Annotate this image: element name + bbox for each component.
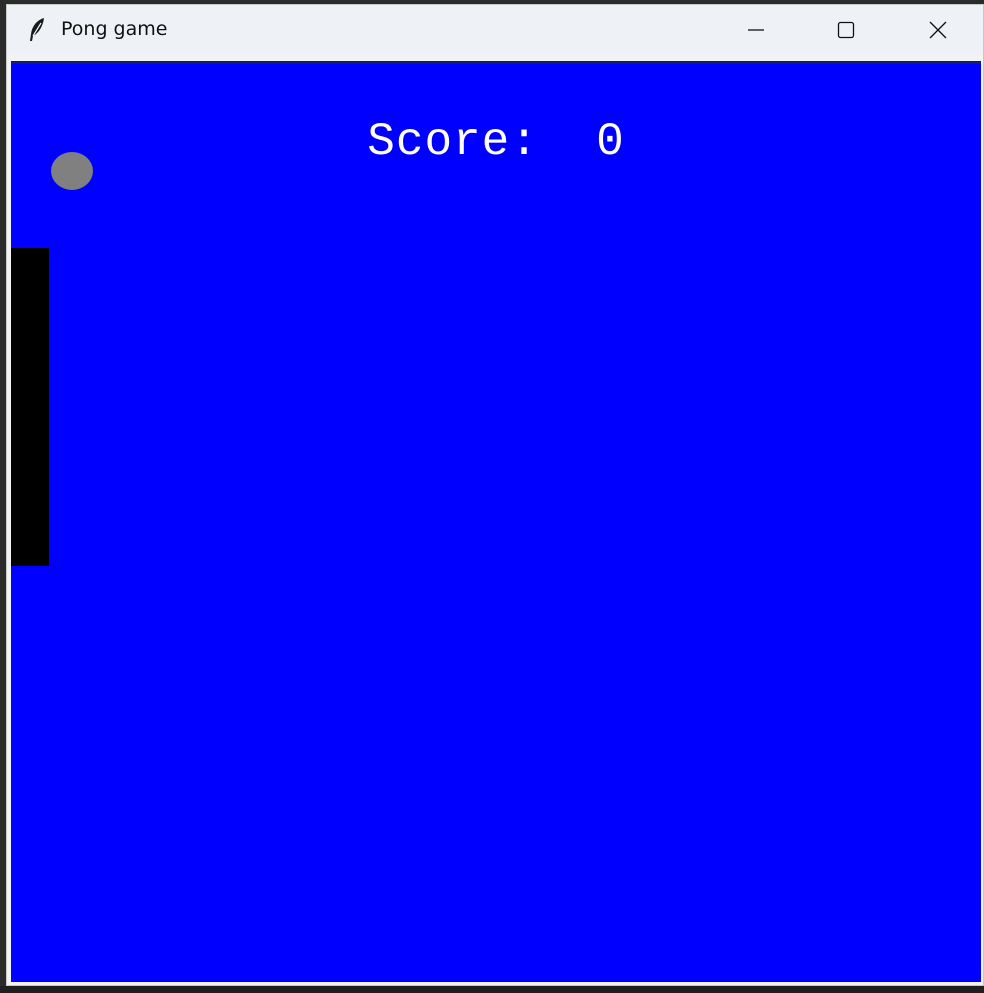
score-value: 0	[596, 116, 625, 168]
score-display: Score: 0	[11, 116, 981, 168]
title-bar[interactable]: Pong game	[7, 5, 983, 55]
pong-window: Pong game Score: 0	[6, 4, 984, 986]
minimize-icon	[747, 21, 765, 39]
close-button[interactable]	[893, 5, 983, 55]
score-label: Score:	[367, 116, 539, 168]
game-canvas[interactable]: Score: 0	[11, 61, 981, 982]
maximize-button[interactable]	[801, 5, 891, 55]
maximize-icon	[837, 21, 855, 39]
minimize-button[interactable]	[711, 5, 801, 55]
close-icon	[929, 21, 947, 39]
feather-icon	[27, 17, 47, 43]
ball	[51, 152, 93, 190]
background-editor-strip	[0, 986, 984, 993]
paddle[interactable]	[11, 248, 49, 566]
window-title: Pong game	[61, 18, 168, 40]
